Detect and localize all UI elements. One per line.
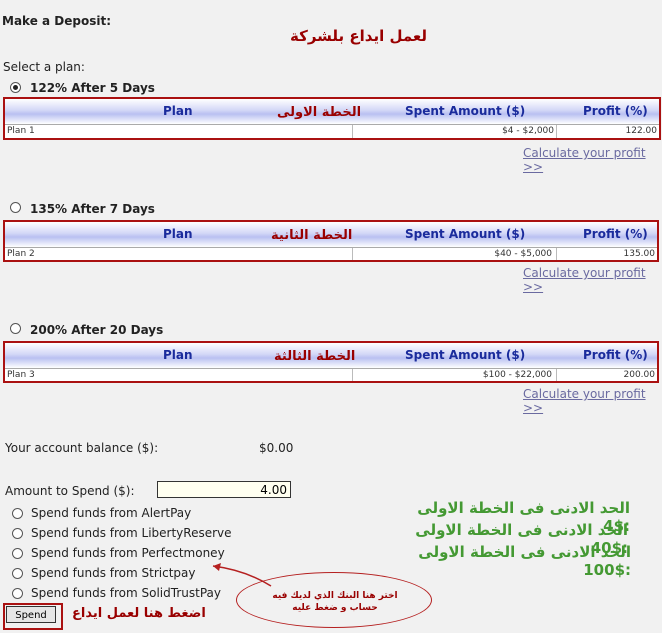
calculate-profit-link-3[interactable]: Calculate your profit >>	[523, 387, 662, 415]
header-spent-amount: Spent Amount ($)	[405, 104, 526, 118]
spend-note: اضغط هنا لعمل ايداع	[72, 606, 206, 621]
plan-range-cell: $100 - $22,000	[482, 370, 552, 380]
libertyreserve-option-label: Spend funds from LibertyReserve	[31, 526, 232, 540]
header-profit: Profit (%)	[583, 227, 648, 241]
perfectmoney-radio[interactable]	[12, 548, 23, 559]
plan-3-option-label: 200% After 20 Days	[30, 323, 164, 337]
solidtrustpay-option-label: Spend funds from SolidTrustPay	[31, 586, 221, 600]
header-plan: Plan	[163, 348, 193, 362]
plan-table-row: Plan 2 $40 - $5,000 135.00	[5, 248, 657, 260]
select-plan-label: Select a plan:	[3, 60, 85, 74]
amount-label: Amount to Spend ($):	[5, 484, 135, 498]
header-plan: Plan	[163, 227, 193, 241]
spend-button[interactable]: Spend	[6, 606, 56, 623]
page-title: Make a Deposit:	[2, 14, 112, 28]
minimum-note-3: الحد الادنى فى الخطة الاولى :$100	[418, 543, 631, 579]
alertpay-option-label: Spend funds from AlertPay	[31, 506, 192, 520]
arabic-title-annotation: لعمل ايداع بلشركة	[290, 27, 427, 45]
perfectmoney-option-label: Spend funds from Perfectmoney	[31, 546, 225, 560]
alertpay-radio[interactable]	[12, 508, 23, 519]
calculate-profit-link-1[interactable]: Calculate your profit >>	[523, 146, 662, 174]
plan-table-header: Plan Spent Amount ($) Profit (%) الخطة ا…	[5, 99, 659, 125]
plan-3-radio[interactable]	[10, 323, 21, 334]
calculate-profit-link-2[interactable]: Calculate your profit >>	[523, 266, 662, 294]
plan-name-cell: Plan 1	[7, 126, 35, 136]
strictpay-option-label: Spend funds from Strictpay	[31, 566, 196, 580]
plan-2-arabic-annotation: الخطة الثانية	[271, 228, 353, 243]
plan-range-cell: $40 - $5,000	[494, 249, 552, 259]
solidtrustpay-radio[interactable]	[12, 588, 23, 599]
header-spent-amount: Spent Amount ($)	[405, 227, 526, 241]
plan-table-row: Plan 1 $4 - $2,000 122.00	[5, 125, 659, 138]
strictpay-radio[interactable]	[12, 568, 23, 579]
plan-2-option-label: 135% After 7 Days	[30, 202, 155, 216]
plan-range-cell: $4 - $2,000	[502, 126, 554, 136]
plan-name-cell: Plan 3	[7, 370, 35, 380]
balance-label: Your account balance ($):	[5, 441, 159, 455]
header-profit: Profit (%)	[583, 348, 648, 362]
plan-3-arabic-annotation: الخطة الثالثة	[274, 349, 356, 364]
plan-table-header: Plan Spent Amount ($) Profit (%) الخطة ا…	[5, 343, 657, 369]
plan-table-header: Plan Spent Amount ($) Profit (%) الخطة ا…	[5, 222, 657, 248]
plan-1-option-label: 122% After 5 Days	[30, 81, 155, 95]
header-plan: Plan	[163, 104, 193, 118]
libertyreserve-radio[interactable]	[12, 528, 23, 539]
plan-1-table: Plan Spent Amount ($) Profit (%) الخطة ا…	[3, 97, 661, 140]
header-spent-amount: Spent Amount ($)	[405, 348, 526, 362]
header-profit: Profit (%)	[583, 104, 648, 118]
balance-value: $0.00	[259, 441, 294, 455]
plan-profit-cell: 200.00	[623, 370, 656, 380]
plan-3-table: Plan Spent Amount ($) Profit (%) الخطة ا…	[3, 341, 659, 383]
plan-profit-cell: 135.00	[623, 249, 656, 259]
amount-input[interactable]	[157, 481, 291, 498]
ellipse-note: اختر هنا البنك الذي لديك فيه حساب و ضغط …	[272, 591, 398, 613]
plan-1-radio[interactable]	[10, 82, 21, 93]
plan-profit-cell: 122.00	[625, 126, 658, 136]
plan-1-arabic-annotation: الخطة الاولى	[277, 105, 362, 120]
plan-2-table: Plan Spent Amount ($) Profit (%) الخطة ا…	[3, 220, 659, 262]
plan-2-radio[interactable]	[10, 202, 21, 213]
plan-name-cell: Plan 2	[7, 249, 35, 259]
plan-table-row: Plan 3 $100 - $22,000 200.00	[5, 369, 657, 381]
